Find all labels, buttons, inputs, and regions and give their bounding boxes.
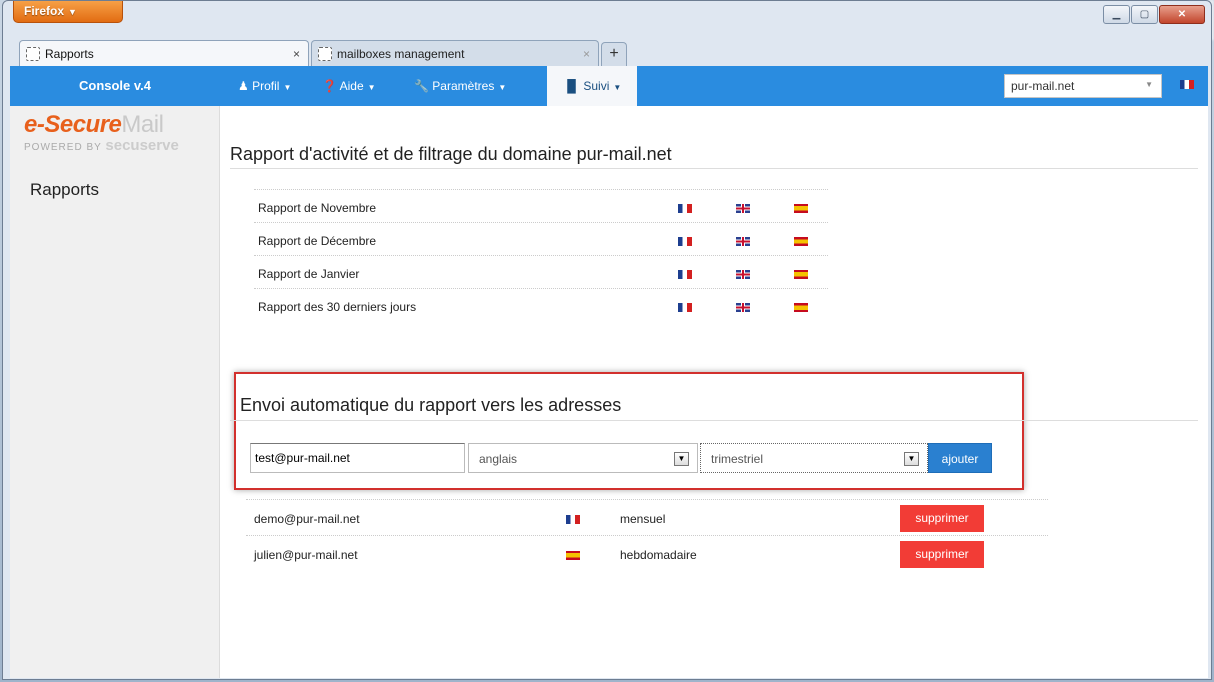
report-label: Rapport de Novembre: [258, 201, 377, 215]
spanish-flag-icon[interactable]: [794, 303, 808, 312]
french-flag-icon[interactable]: [678, 204, 692, 213]
subscriber-list: demo@pur-mail.net mensuel supprimer juli…: [246, 499, 1048, 571]
report-row: Rapport de Décembre: [254, 222, 828, 255]
nav-parametres-label: Paramètres: [432, 79, 495, 93]
maximize-button[interactable]: ▢: [1131, 5, 1158, 24]
new-tab-button[interactable]: +: [601, 42, 627, 66]
french-flag-icon[interactable]: [1180, 80, 1194, 89]
add-button[interactable]: ajouter: [928, 443, 992, 473]
nav-profil[interactable]: ♟ Profil ▼: [238, 66, 291, 106]
email-input[interactable]: [250, 443, 465, 473]
chevron-down-icon: ▼: [283, 83, 292, 92]
nav-aide-label: Aide: [339, 79, 364, 93]
user-icon: ♟: [238, 79, 249, 93]
chevron-down-icon: ▼: [613, 83, 622, 92]
esecuremail-logo: e-SecureMail POWERED BY secuserve: [24, 112, 214, 156]
divider: [230, 168, 1198, 169]
delete-button[interactable]: supprimer: [900, 505, 984, 532]
page-icon: [318, 46, 332, 61]
french-flag-icon: [566, 515, 580, 524]
report-row: Rapport de Novembre: [254, 189, 828, 222]
french-flag-icon[interactable]: [678, 270, 692, 279]
top-navbar: Console v.4 ♟ Profil ▼ ❓ Aide ▼ 🔧 Paramètr…: [10, 66, 1208, 106]
tab-title: mailboxes management: [337, 46, 465, 61]
tab-title: Rapports: [45, 46, 94, 61]
firefox-menu-button[interactable]: Firefox ▼: [13, 1, 123, 23]
console-brand[interactable]: Console v.4: [10, 66, 220, 106]
chevron-down-icon: ▼: [68, 7, 77, 17]
subscriber-email: demo@pur-mail.net: [254, 512, 360, 526]
nav-suivi-label: Suivi: [583, 79, 610, 93]
nav-suivi[interactable]: ▐▌ Suivi ▼: [547, 66, 638, 106]
report-label: Rapport de Décembre: [258, 234, 377, 248]
tab-strip: Rapports × mailboxes management × +: [19, 40, 627, 66]
uk-flag-icon[interactable]: [736, 270, 750, 279]
tab-rapports[interactable]: Rapports ×: [19, 40, 309, 66]
frequency-select[interactable]: trimestriel ▼: [700, 443, 928, 473]
tab-mailboxes-management[interactable]: mailboxes management ×: [311, 40, 599, 66]
spanish-flag-icon[interactable]: [794, 204, 808, 213]
subscriber-frequency: hebdomadaire: [620, 548, 697, 562]
logo-text-mail: Mail: [121, 111, 164, 138]
french-flag-icon[interactable]: [678, 303, 692, 312]
chevron-down-icon: ▼: [674, 452, 689, 466]
report-row: Rapport de Janvier: [254, 255, 828, 288]
tab-close-icon[interactable]: ×: [293, 47, 300, 61]
sidebar: e-SecureMail POWERED BY secuserve Rappor…: [10, 106, 220, 678]
subscriber-frequency: mensuel: [620, 512, 666, 526]
report-list: Rapport de Novembre Rapport de Décembre …: [254, 189, 828, 321]
help-icon: ❓: [322, 79, 337, 93]
domain-select-value: pur-mail.net: [1011, 79, 1075, 93]
nav-parametres[interactable]: 🔧 Paramètres ▼: [414, 66, 506, 106]
chart-icon: ▐▌: [563, 79, 581, 93]
spanish-flag-icon: [566, 551, 580, 560]
report-label: Rapport des 30 derniers jours: [258, 300, 417, 314]
delete-button[interactable]: supprimer: [900, 541, 984, 568]
uk-flag-icon[interactable]: [736, 204, 750, 213]
chevron-down-icon: ▼: [904, 452, 919, 466]
wrench-icon: 🔧: [414, 79, 429, 93]
window-close-button[interactable]: ✕: [1159, 5, 1205, 24]
chevron-down-icon: ▼: [498, 83, 507, 92]
main-panel: Rapport d'activité et de filtrage du dom…: [220, 106, 1208, 678]
report-heading: Rapport d'activité et de filtrage du dom…: [230, 144, 672, 164]
subscriber-row: julien@pur-mail.net hebdomadaire supprim…: [246, 535, 1048, 571]
uk-flag-icon[interactable]: [736, 303, 750, 312]
nav-profil-label: Profil: [252, 79, 280, 93]
french-flag-icon[interactable]: [678, 237, 692, 246]
sidebar-title: Rapports: [30, 180, 99, 199]
subscriber-email: julien@pur-mail.net: [254, 548, 358, 562]
uk-flag-icon[interactable]: [736, 237, 750, 246]
domain-select[interactable]: pur-mail.net ▼: [1004, 74, 1162, 98]
divider: [230, 420, 1198, 421]
frequency-select-value: trimestriel: [711, 452, 764, 466]
logo-powered-by: POWERED BY: [24, 142, 102, 153]
nav-aide[interactable]: ❓ Aide ▼: [322, 66, 376, 106]
logo-text: e-Secure: [24, 111, 122, 138]
chevron-down-icon: ▼: [367, 83, 376, 92]
subscriber-row: demo@pur-mail.net mensuel supprimer: [246, 499, 1048, 535]
report-row: Rapport des 30 derniers jours: [254, 288, 828, 321]
tab-close-icon[interactable]: ×: [583, 47, 590, 61]
minimize-button[interactable]: ▁: [1103, 5, 1130, 24]
language-select[interactable]: anglais ▼: [468, 443, 698, 473]
report-label: Rapport de Janvier: [258, 267, 360, 281]
language-select-value: anglais: [479, 452, 518, 466]
auto-send-heading: Envoi automatique du rapport vers les ad…: [240, 395, 622, 415]
firefox-menu-label: Firefox: [24, 4, 65, 18]
spanish-flag-icon[interactable]: [794, 270, 808, 279]
page-icon: [26, 46, 40, 61]
title-bar: Firefox ▼ ▁ ▢ ✕: [3, 1, 1211, 39]
logo-secuserve: secuserve: [105, 137, 179, 154]
page-content: e-SecureMail POWERED BY secuserve Rappor…: [10, 106, 1208, 678]
chevron-down-icon: ▼: [1145, 80, 1153, 89]
spanish-flag-icon[interactable]: [794, 237, 808, 246]
window-controls: ▁ ▢ ✕: [1103, 5, 1205, 24]
